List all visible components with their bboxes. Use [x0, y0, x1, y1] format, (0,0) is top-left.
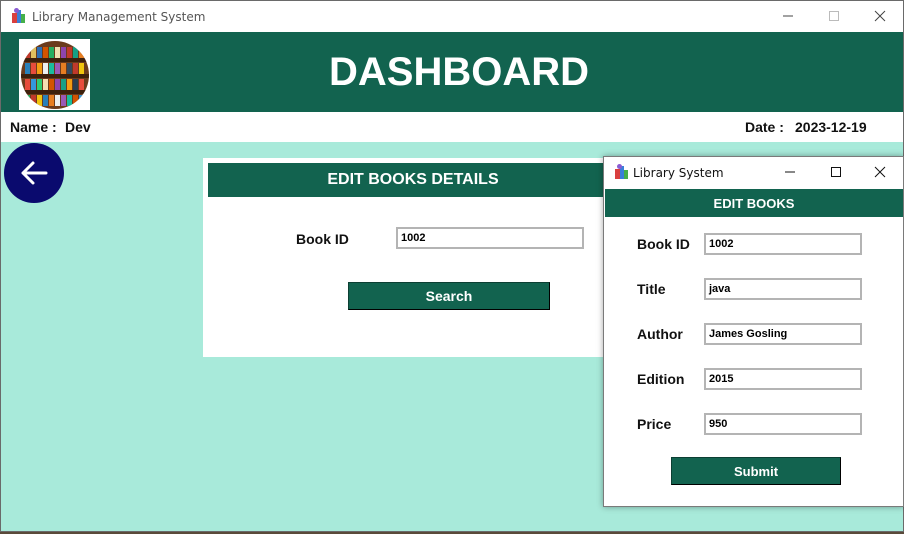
window-title: Library Management System	[32, 10, 206, 24]
search-button[interactable]: Search	[348, 282, 550, 310]
title-field[interactable]: java	[704, 278, 862, 300]
book-id-input[interactable]: 1002	[396, 227, 584, 249]
minimize-button[interactable]	[765, 1, 811, 31]
date-value: 2023-12-19	[795, 119, 867, 135]
edit-books-details-heading: EDIT BOOKS DETAILS	[208, 163, 618, 197]
dashboard-title: DASHBOARD	[329, 49, 589, 94]
dialog-titlebar: Library System	[604, 157, 903, 187]
maximize-icon	[831, 167, 841, 177]
price-field[interactable]: 950	[704, 413, 862, 435]
minimize-icon	[785, 171, 795, 173]
back-button[interactable]	[4, 143, 64, 203]
dialog-title: Library System	[633, 166, 724, 180]
dialog-app-icon	[614, 164, 628, 180]
app-icon	[11, 8, 25, 24]
name-value: Dev	[65, 119, 91, 135]
dialog-minimize-button[interactable]	[767, 157, 813, 187]
maximize-button[interactable]	[811, 1, 857, 31]
edition-label: Edition	[637, 371, 685, 387]
submit-button[interactable]: Submit	[671, 457, 841, 485]
edit-books-heading: EDIT BOOKS	[605, 189, 903, 217]
close-button[interactable]	[857, 1, 903, 31]
book-id-label: Book ID	[637, 236, 690, 252]
maximize-icon	[829, 11, 839, 21]
dialog-maximize-button[interactable]	[813, 157, 859, 187]
author-field[interactable]: James Gosling	[704, 323, 862, 345]
name-label: Name :	[10, 119, 57, 135]
edit-books-panel: EDIT BOOKS DETAILS Book ID 1002 Search	[203, 158, 623, 357]
main-titlebar: Library Management System	[1, 1, 903, 32]
author-label: Author	[637, 326, 683, 342]
close-icon	[874, 10, 886, 22]
book-id-label: Book ID	[296, 231, 349, 247]
title-label: Title	[637, 281, 666, 297]
book-id-field[interactable]: 1002	[704, 233, 862, 255]
minimize-icon	[783, 15, 793, 17]
date-label: Date :	[745, 119, 784, 135]
close-icon	[874, 166, 886, 178]
price-label: Price	[637, 416, 672, 432]
dialog-close-button[interactable]	[857, 157, 903, 187]
dashboard-header: DASHBOARD	[1, 32, 903, 112]
user-info-bar: Name : Dev Date : 2023-12-19	[1, 112, 903, 142]
arrow-left-icon	[21, 161, 48, 185]
edit-books-dialog: Library System EDIT BOOKS Book ID 1002 T…	[603, 156, 904, 507]
edition-field[interactable]: 2015	[704, 368, 862, 390]
